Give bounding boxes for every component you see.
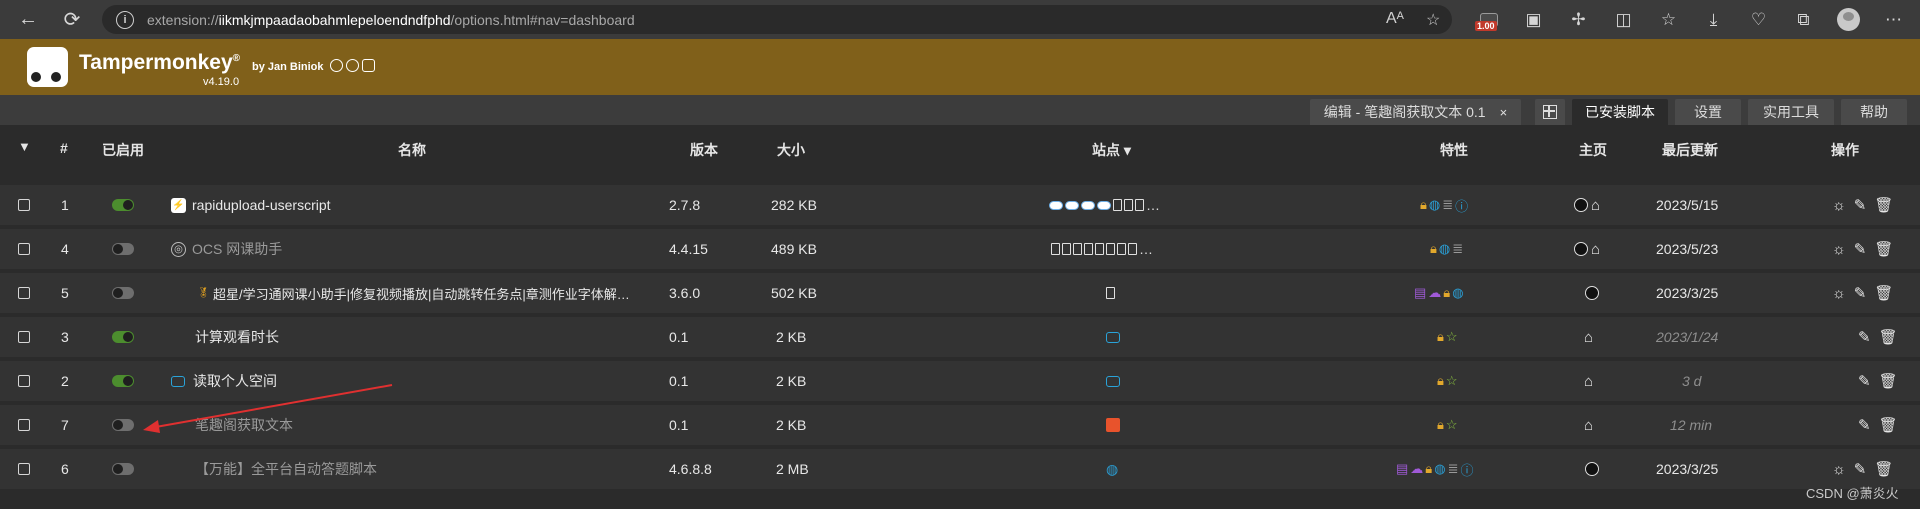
annotation-arrow — [143, 384, 393, 433]
watermark: CSDN @萧炎火 — [1806, 486, 1899, 501]
